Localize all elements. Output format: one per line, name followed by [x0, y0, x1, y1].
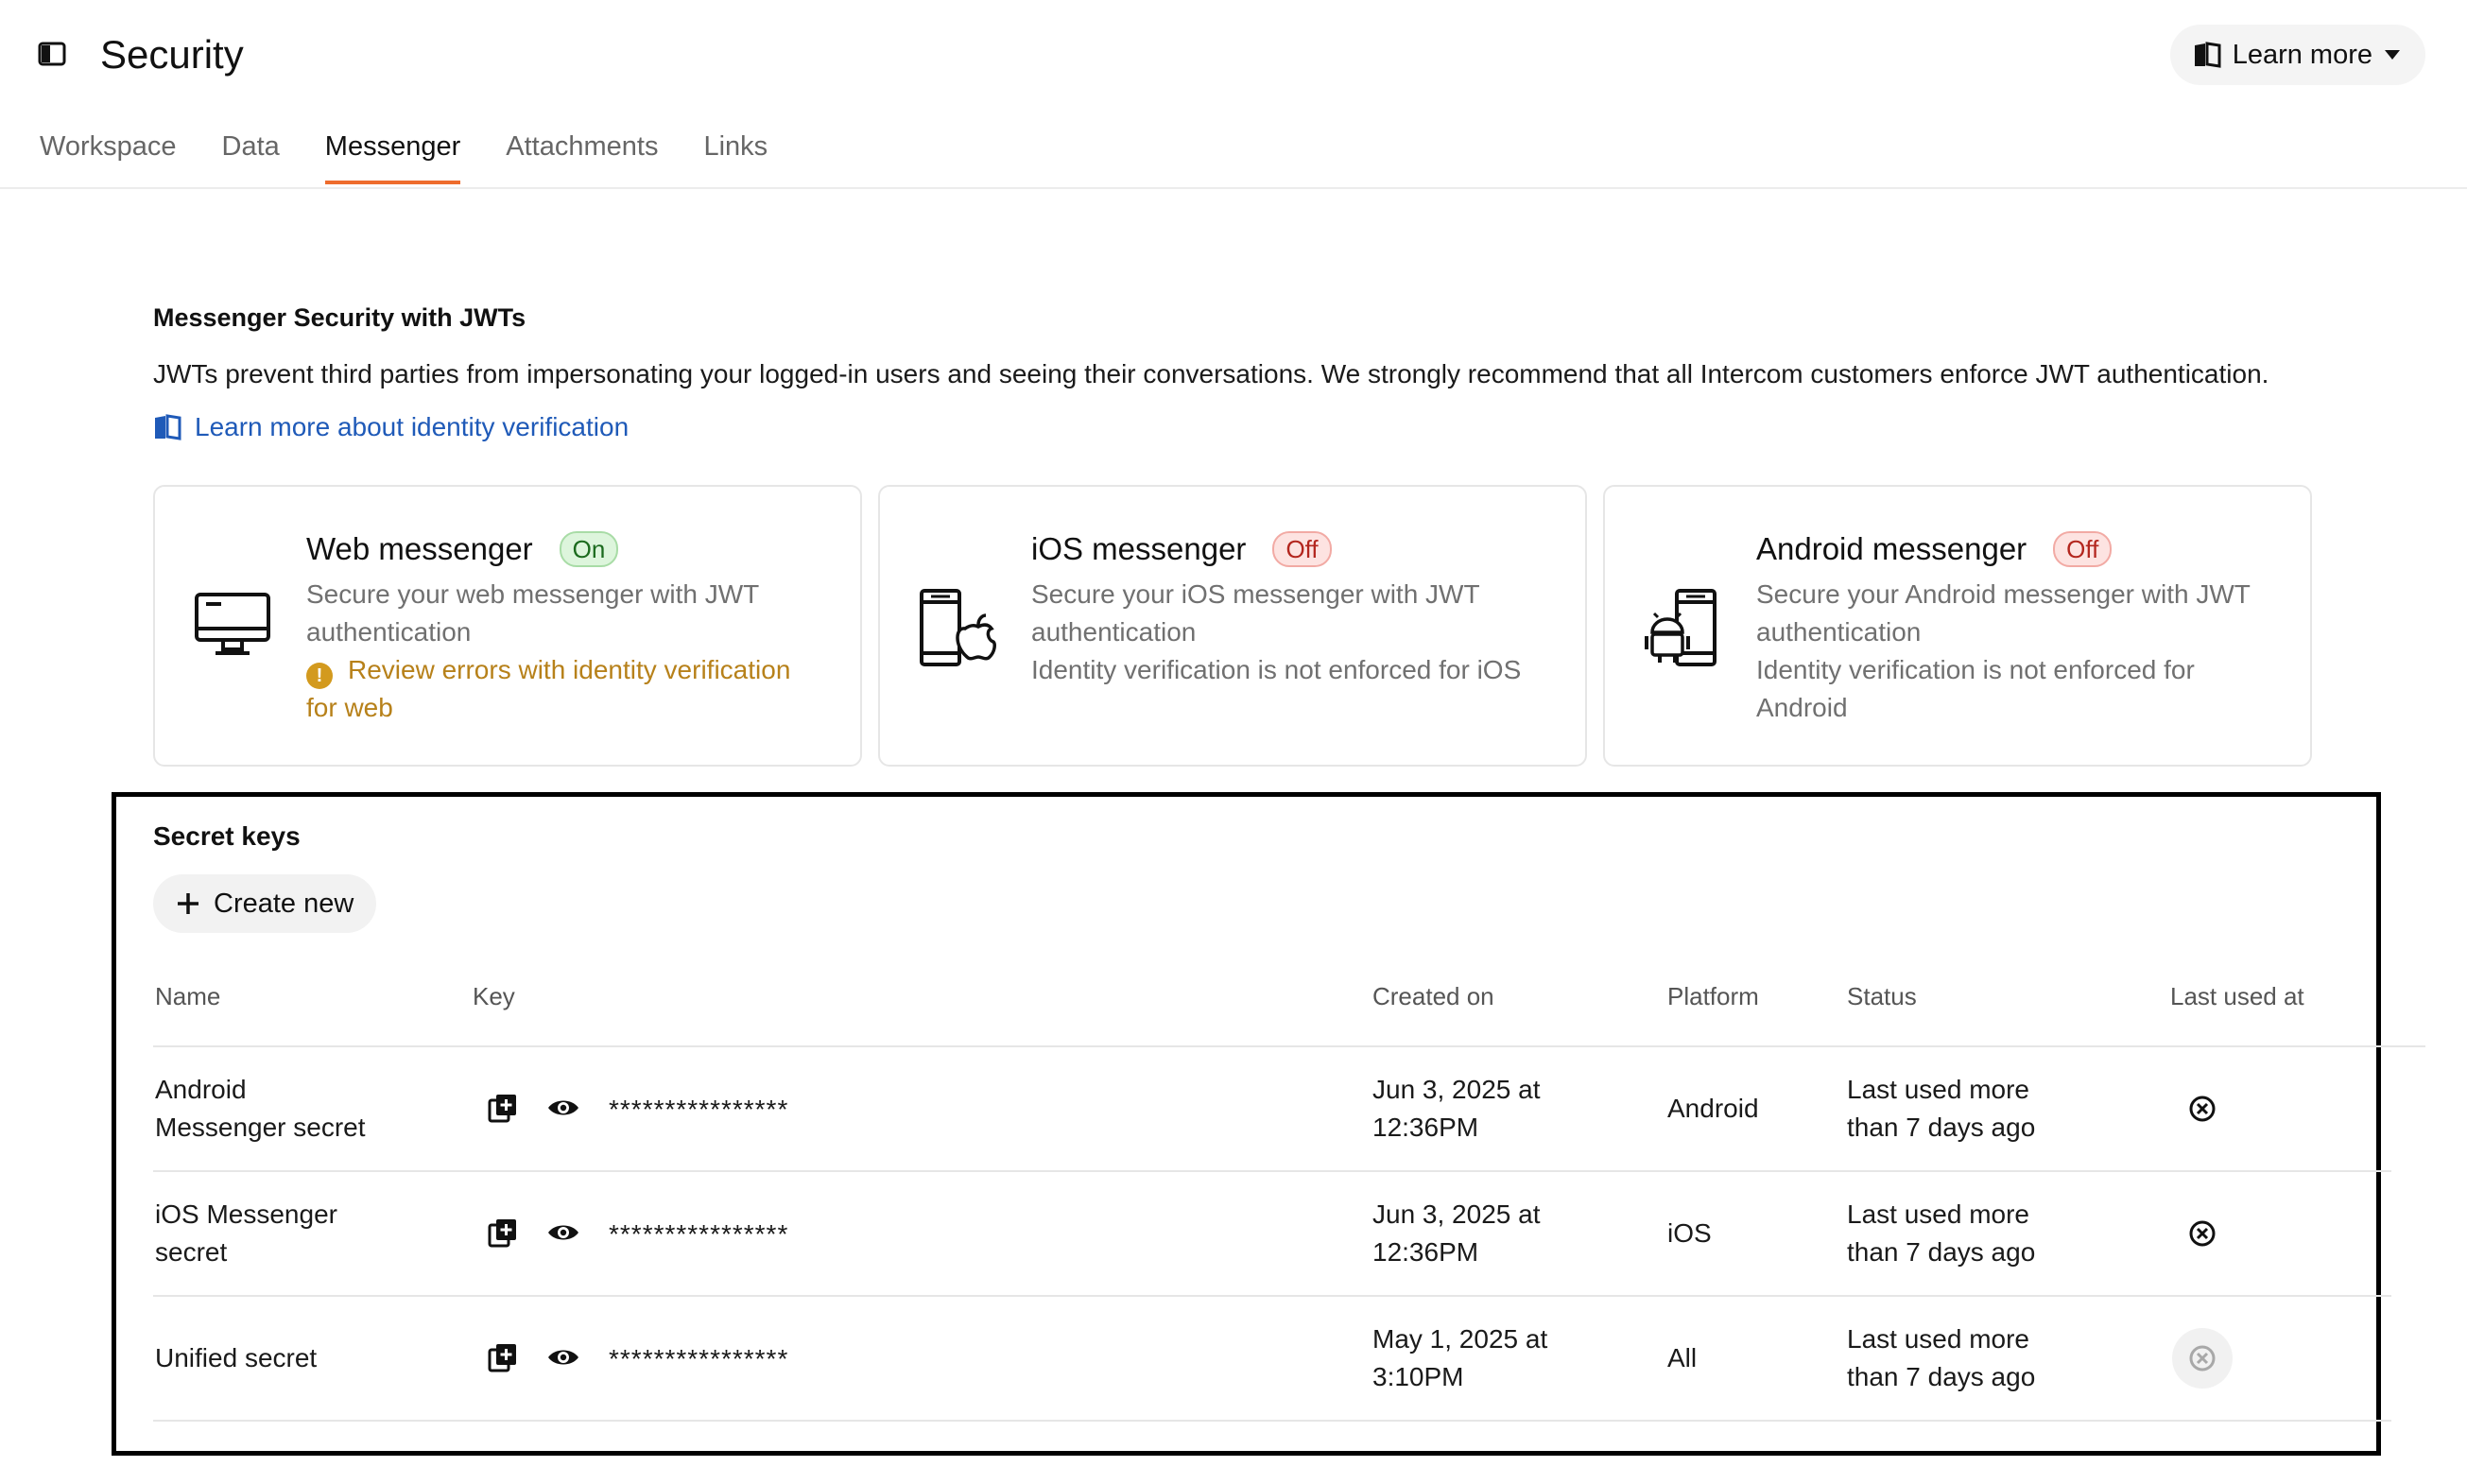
tab-attachments[interactable]: Attachments — [506, 128, 658, 184]
card-description: Secure your web messenger with JWT authe… — [306, 579, 759, 647]
desktop-icon — [193, 589, 272, 659]
identity-verification-link-label: Learn more about identity verification — [195, 412, 630, 441]
card-note: Identity verification is not enforced fo… — [1031, 655, 1522, 684]
revoke-key-icon[interactable] — [2172, 1328, 2233, 1389]
row-platform: iOS — [1667, 1218, 1712, 1248]
android-messenger-card[interactable]: Android messenger Off Secure your Androi… — [1603, 485, 2312, 767]
row-platform: All — [1667, 1343, 1698, 1372]
section-title: Messenger Security with JWTs — [153, 303, 526, 332]
book-icon — [153, 414, 181, 440]
card-note: Identity verification is not enforced fo… — [1756, 655, 2195, 722]
ios-messenger-card[interactable]: iOS messenger Off Secure your iOS messen… — [878, 485, 1587, 767]
card-title: Android messenger — [1756, 531, 2027, 566]
table-row: iOS Messenger secret **************** Jun… — [0, 1171, 2467, 1294]
card-description: Secure your Android messenger with JWT a… — [1756, 579, 2251, 647]
copy-key-icon[interactable] — [484, 1089, 522, 1127]
review-errors-label: Review errors with identity verification… — [306, 655, 791, 722]
section-description: JWTs prevent third parties from imperson… — [153, 359, 2269, 388]
revoke-key-icon[interactable] — [2172, 1078, 2233, 1139]
column-header-name[interactable]: Name — [155, 980, 220, 1012]
row-created: Jun 3, 2025 at 12:36PM — [1372, 1075, 1541, 1142]
copy-key-icon[interactable] — [484, 1214, 522, 1251]
tab-data[interactable]: Data — [222, 128, 280, 184]
tab-workspace[interactable]: Workspace — [40, 128, 177, 184]
show-key-icon[interactable] — [544, 1338, 582, 1376]
status-badge: Off — [2053, 531, 2113, 567]
masked-key: **************** — [609, 1344, 789, 1373]
row-status: Last used more than 7 days ago — [1847, 1075, 2036, 1142]
show-key-icon[interactable] — [544, 1089, 582, 1127]
web-messenger-card[interactable]: Web messenger On Secure your web messeng… — [153, 485, 862, 767]
plus-icon — [176, 891, 200, 916]
copy-key-icon[interactable] — [484, 1338, 522, 1376]
review-errors-link[interactable]: ! Review errors with identity verificatio… — [306, 651, 798, 727]
ios-phone-icon — [918, 589, 997, 668]
secret-keys-title: Secret keys — [153, 821, 301, 851]
row-created: May 1, 2025 at 3:10PM — [1372, 1324, 1548, 1391]
row-status: Last used more than 7 days ago — [1847, 1199, 2036, 1267]
learn-more-button[interactable]: Learn more — [2169, 25, 2425, 85]
learn-more-label: Learn more — [2232, 39, 2372, 70]
android-phone-icon — [1643, 589, 1722, 668]
table-divider — [153, 1420, 2391, 1422]
row-platform: Android — [1667, 1094, 1759, 1123]
sidebar-toggle-icon[interactable] — [38, 42, 66, 66]
column-header-last-used[interactable]: Last used at — [2170, 980, 2304, 1012]
row-name: Unified secret — [155, 1343, 318, 1372]
table-row: Android Messenger secret ****************… — [0, 1046, 2467, 1169]
show-key-icon[interactable] — [544, 1214, 582, 1251]
column-header-created[interactable]: Created on — [1372, 980, 1494, 1012]
card-title: Web messenger — [306, 531, 533, 566]
masked-key: **************** — [609, 1219, 789, 1249]
caret-down-icon — [2384, 49, 2401, 60]
status-badge: Off — [1272, 531, 1332, 567]
row-name: iOS Messenger secret — [155, 1199, 337, 1267]
book-icon — [2193, 42, 2221, 68]
table-row: Unified secret **************** May 1, 2… — [0, 1296, 2467, 1419]
identity-verification-link[interactable]: Learn more about identity verification — [153, 408, 629, 446]
row-name: Android Messenger secret — [155, 1075, 366, 1142]
warning-icon: ! — [306, 663, 333, 689]
column-header-platform[interactable]: Platform — [1667, 980, 1759, 1012]
tab-bar: Workspace Data Messenger Attachments Lin… — [40, 128, 813, 184]
row-created: Jun 3, 2025 at 12:36PM — [1372, 1199, 1541, 1267]
column-header-key[interactable]: Key — [473, 980, 515, 1012]
masked-key: **************** — [609, 1095, 789, 1124]
page-title: Security — [100, 32, 244, 77]
tab-links[interactable]: Links — [703, 128, 768, 184]
header-divider — [0, 187, 2467, 189]
column-header-status[interactable]: Status — [1847, 980, 1917, 1012]
tab-messenger[interactable]: Messenger — [324, 128, 461, 184]
revoke-key-icon[interactable] — [2172, 1203, 2233, 1264]
card-description: Secure your iOS messenger with JWT authe… — [1031, 579, 1480, 647]
create-new-label: Create new — [214, 888, 354, 919]
status-badge: On — [559, 531, 619, 567]
card-title: iOS messenger — [1031, 531, 1247, 566]
row-status: Last used more than 7 days ago — [1847, 1324, 2036, 1391]
create-new-button[interactable]: Create new — [153, 874, 377, 933]
